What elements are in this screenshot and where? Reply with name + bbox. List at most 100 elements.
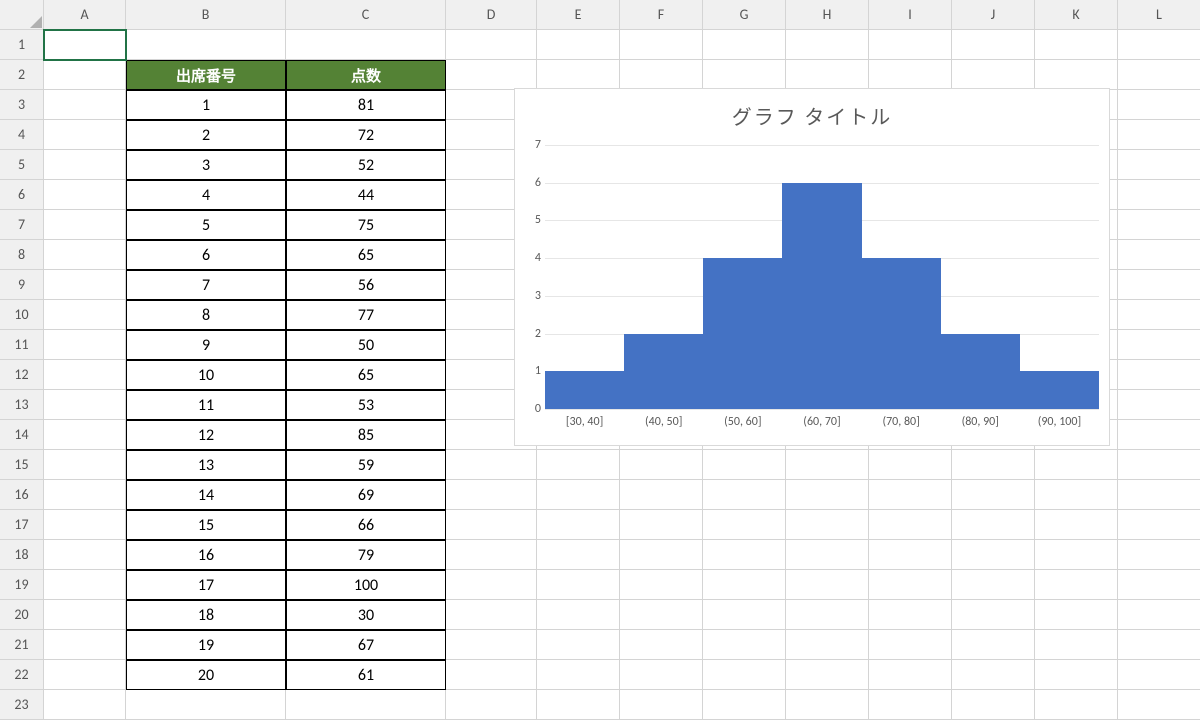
chart-bar[interactable] bbox=[624, 334, 703, 409]
cell-C23[interactable] bbox=[286, 690, 446, 720]
row-header-10[interactable]: 10 bbox=[0, 300, 44, 330]
column-header-J[interactable]: J bbox=[952, 0, 1035, 30]
cell-K15[interactable] bbox=[1035, 450, 1118, 480]
cell-D21[interactable] bbox=[446, 630, 537, 660]
cell-G16[interactable] bbox=[703, 480, 786, 510]
column-header-G[interactable]: G bbox=[703, 0, 786, 30]
cell-D22[interactable] bbox=[446, 660, 537, 690]
row-header-18[interactable]: 18 bbox=[0, 540, 44, 570]
row-header-7[interactable]: 7 bbox=[0, 210, 44, 240]
cell-B22[interactable]: 20 bbox=[126, 660, 286, 690]
cell-K23[interactable] bbox=[1035, 690, 1118, 720]
cell-J17[interactable] bbox=[952, 510, 1035, 540]
cell-B1[interactable] bbox=[126, 30, 286, 60]
cell-D2[interactable] bbox=[446, 60, 537, 90]
cell-C14[interactable]: 85 bbox=[286, 420, 446, 450]
cell-B3[interactable]: 1 bbox=[126, 90, 286, 120]
cell-K22[interactable] bbox=[1035, 660, 1118, 690]
cell-J21[interactable] bbox=[952, 630, 1035, 660]
cell-E2[interactable] bbox=[537, 60, 620, 90]
cell-C4[interactable]: 72 bbox=[286, 120, 446, 150]
cell-B7[interactable]: 5 bbox=[126, 210, 286, 240]
cell-C19[interactable]: 100 bbox=[286, 570, 446, 600]
cell-C13[interactable]: 53 bbox=[286, 390, 446, 420]
cell-H19[interactable] bbox=[786, 570, 869, 600]
row-header-14[interactable]: 14 bbox=[0, 420, 44, 450]
cell-G20[interactable] bbox=[703, 600, 786, 630]
cell-A4[interactable] bbox=[44, 120, 126, 150]
cell-C16[interactable]: 69 bbox=[286, 480, 446, 510]
cell-E16[interactable] bbox=[537, 480, 620, 510]
cell-A8[interactable] bbox=[44, 240, 126, 270]
cell-C12[interactable]: 65 bbox=[286, 360, 446, 390]
cell-D1[interactable] bbox=[446, 30, 537, 60]
select-all-corner[interactable] bbox=[0, 0, 44, 30]
column-header-D[interactable]: D bbox=[446, 0, 537, 30]
chart-bar[interactable] bbox=[545, 371, 624, 409]
cell-L19[interactable] bbox=[1118, 570, 1200, 600]
cell-F21[interactable] bbox=[620, 630, 703, 660]
cell-K16[interactable] bbox=[1035, 480, 1118, 510]
chart-plot-area[interactable]: 01234567[30, 40](40, 50](50, 60](60, 70]… bbox=[545, 145, 1099, 409]
cell-E1[interactable] bbox=[537, 30, 620, 60]
row-header-22[interactable]: 22 bbox=[0, 660, 44, 690]
cell-G21[interactable] bbox=[703, 630, 786, 660]
cell-J23[interactable] bbox=[952, 690, 1035, 720]
cell-I19[interactable] bbox=[869, 570, 952, 600]
cell-B16[interactable]: 14 bbox=[126, 480, 286, 510]
cell-E15[interactable] bbox=[537, 450, 620, 480]
cell-C21[interactable]: 67 bbox=[286, 630, 446, 660]
cell-F18[interactable] bbox=[620, 540, 703, 570]
cell-F2[interactable] bbox=[620, 60, 703, 90]
cell-B18[interactable]: 16 bbox=[126, 540, 286, 570]
cell-I20[interactable] bbox=[869, 600, 952, 630]
cell-F19[interactable] bbox=[620, 570, 703, 600]
cell-B8[interactable]: 6 bbox=[126, 240, 286, 270]
cell-A9[interactable] bbox=[44, 270, 126, 300]
column-header-B[interactable]: B bbox=[126, 0, 286, 30]
cell-L22[interactable] bbox=[1118, 660, 1200, 690]
cell-L10[interactable] bbox=[1118, 300, 1200, 330]
cell-B17[interactable]: 15 bbox=[126, 510, 286, 540]
row-header-23[interactable]: 23 bbox=[0, 690, 44, 720]
cell-D16[interactable] bbox=[446, 480, 537, 510]
cell-A16[interactable] bbox=[44, 480, 126, 510]
cell-A14[interactable] bbox=[44, 420, 126, 450]
chart-title[interactable]: グラフ タイトル bbox=[515, 101, 1109, 130]
cell-J20[interactable] bbox=[952, 600, 1035, 630]
cell-E19[interactable] bbox=[537, 570, 620, 600]
cell-D17[interactable] bbox=[446, 510, 537, 540]
cell-J2[interactable] bbox=[952, 60, 1035, 90]
cell-J15[interactable] bbox=[952, 450, 1035, 480]
cell-G1[interactable] bbox=[703, 30, 786, 60]
cell-I23[interactable] bbox=[869, 690, 952, 720]
cell-A22[interactable] bbox=[44, 660, 126, 690]
cell-I22[interactable] bbox=[869, 660, 952, 690]
cell-K18[interactable] bbox=[1035, 540, 1118, 570]
cell-B13[interactable]: 11 bbox=[126, 390, 286, 420]
cell-A1[interactable] bbox=[44, 30, 126, 60]
cell-L4[interactable] bbox=[1118, 120, 1200, 150]
row-header-6[interactable]: 6 bbox=[0, 180, 44, 210]
column-header-L[interactable]: L bbox=[1118, 0, 1200, 30]
row-header-19[interactable]: 19 bbox=[0, 570, 44, 600]
cell-I2[interactable] bbox=[869, 60, 952, 90]
cell-C22[interactable]: 61 bbox=[286, 660, 446, 690]
cell-A12[interactable] bbox=[44, 360, 126, 390]
row-header-21[interactable]: 21 bbox=[0, 630, 44, 660]
cell-F15[interactable] bbox=[620, 450, 703, 480]
chart-bar[interactable] bbox=[782, 183, 861, 409]
cell-F22[interactable] bbox=[620, 660, 703, 690]
cell-C8[interactable]: 65 bbox=[286, 240, 446, 270]
cell-A21[interactable] bbox=[44, 630, 126, 660]
chart-bar[interactable] bbox=[703, 258, 782, 409]
cell-E21[interactable] bbox=[537, 630, 620, 660]
cell-A5[interactable] bbox=[44, 150, 126, 180]
cell-J22[interactable] bbox=[952, 660, 1035, 690]
cell-L11[interactable] bbox=[1118, 330, 1200, 360]
cell-D18[interactable] bbox=[446, 540, 537, 570]
column-header-E[interactable]: E bbox=[537, 0, 620, 30]
cell-A7[interactable] bbox=[44, 210, 126, 240]
row-header-5[interactable]: 5 bbox=[0, 150, 44, 180]
cell-L14[interactable] bbox=[1118, 420, 1200, 450]
